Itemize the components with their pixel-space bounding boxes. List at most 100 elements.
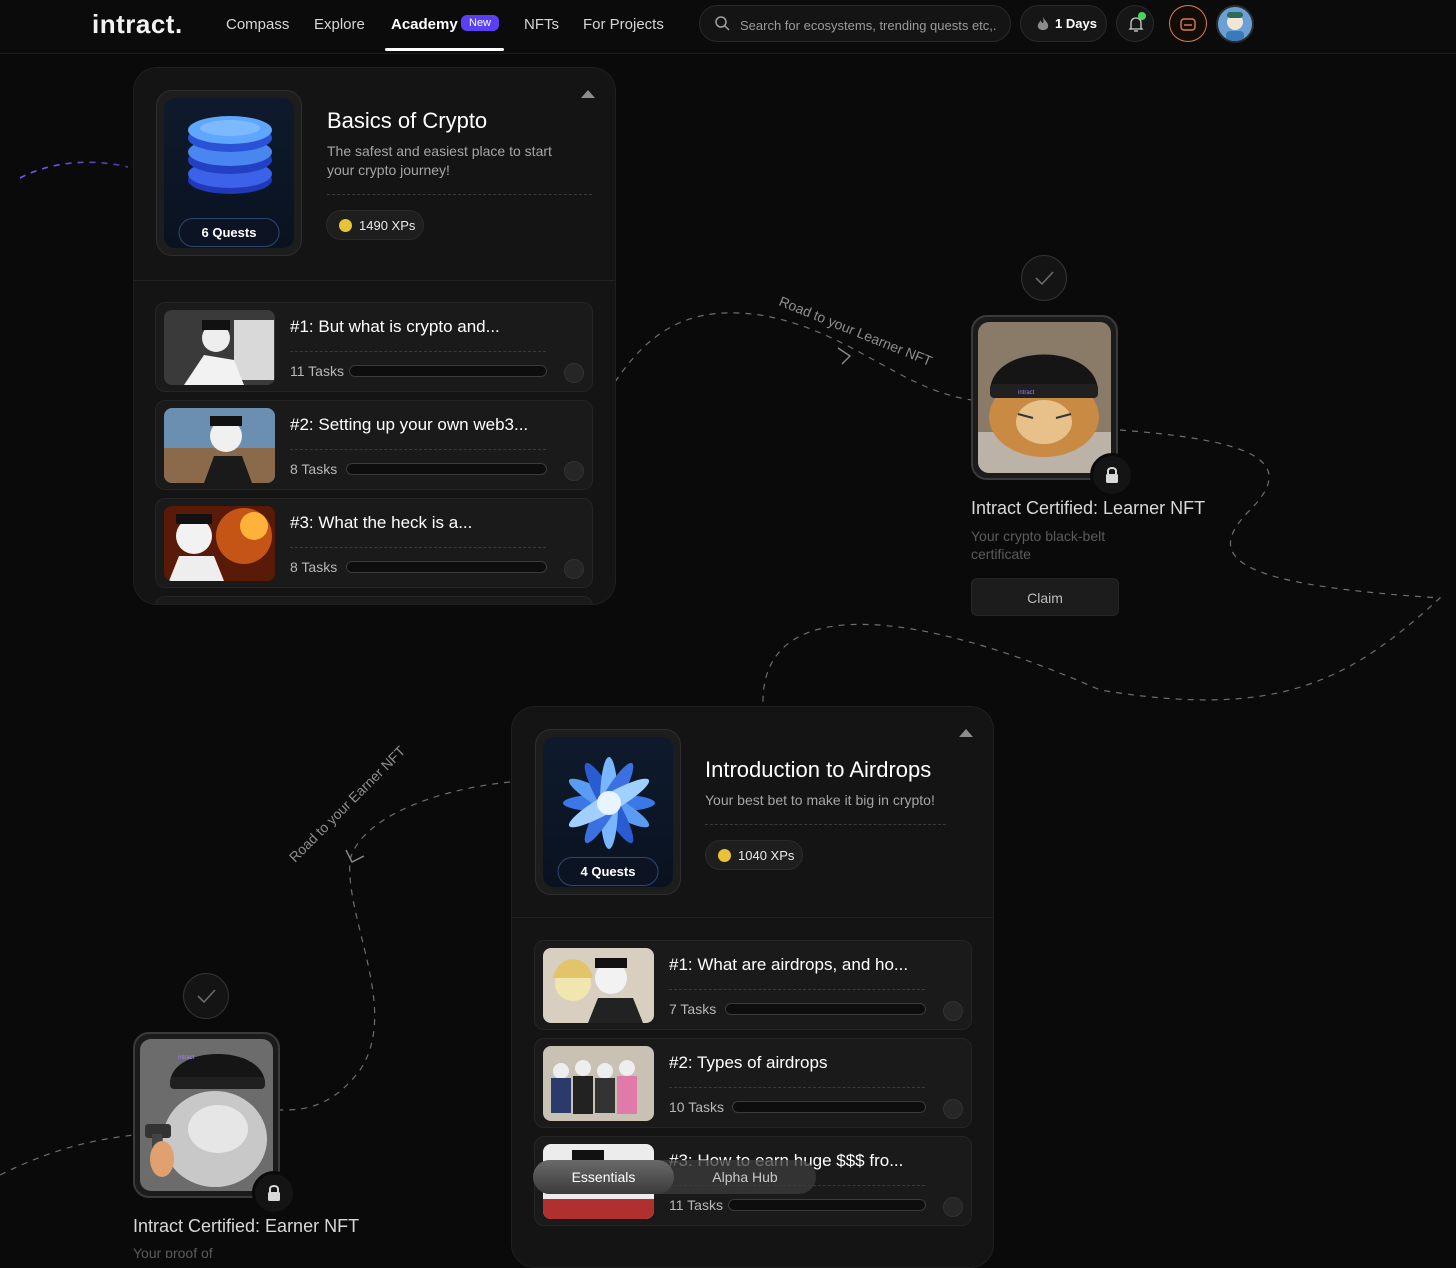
quest-image [543, 948, 654, 1023]
quest-item[interactable]: #3: What the heck is a... 8 Tasks [155, 498, 593, 588]
coin-icon [339, 219, 352, 232]
quest-item[interactable]: #2: Types of airdrops 10 Tasks [534, 1038, 972, 1128]
quest-progress-bar [346, 561, 547, 573]
course-description: The safest and easiest place to start yo… [327, 143, 552, 178]
road-arrow-learner [837, 347, 852, 365]
quest-item-partial[interactable] [155, 596, 593, 604]
user-avatar[interactable] [1216, 5, 1254, 43]
quest-progress-bar [349, 365, 547, 377]
quest-task-count: 11 Tasks [290, 363, 344, 379]
learner-nft-title: Intract Certified: Learner NFT [971, 498, 1206, 518]
collapse-caret-icon[interactable] [959, 729, 973, 737]
quest-image [164, 408, 275, 483]
quest-item[interactable]: #2: Setting up your own web3... 8 Tasks [155, 400, 593, 490]
quest-image [164, 310, 275, 385]
coin-icon [718, 849, 731, 862]
quest-image [543, 1046, 654, 1121]
lock-icon [252, 1171, 296, 1215]
divider [669, 989, 925, 990]
quest-check-icon [564, 461, 584, 481]
search-bar[interactable] [699, 5, 1011, 42]
notifications-button[interactable] [1116, 5, 1154, 42]
quest-title: #1: What are airdrops, and ho... [669, 955, 909, 974]
road-label-learner: Road to your Learner NFT [777, 293, 935, 369]
course-thumbnail: 4 Quests [535, 729, 681, 895]
streak-counter[interactable]: 1 Days [1020, 5, 1107, 42]
nav-link-academy[interactable]: Academy [391, 16, 458, 33]
quest-task-count: 7 Tasks [669, 1001, 717, 1017]
quest-item[interactable]: #1: What are airdrops, and ho... 7 Tasks [534, 940, 972, 1030]
quest-progress-bar [728, 1199, 926, 1211]
quest-item[interactable]: #1: But what is crypto and... 11 Tasks [155, 302, 593, 392]
quest-count-badge: 4 Quests [557, 857, 659, 886]
road-path-top-left [19, 161, 129, 179]
quest-task-count: 8 Tasks [290, 461, 338, 477]
nav-link-explore[interactable]: Explore [314, 16, 365, 33]
nav-link-compass[interactable]: Compass [226, 16, 289, 33]
search-icon [715, 16, 730, 31]
quest-task-count: 8 Tasks [290, 559, 338, 575]
wallet-icon [1180, 18, 1196, 31]
quest-progress-bar [725, 1003, 926, 1015]
earner-nft-image: intract [140, 1039, 273, 1191]
completion-check-icon [1021, 255, 1067, 301]
road-label-earner: Road to your Earner NFT [286, 742, 409, 865]
avatar-image [1218, 7, 1252, 41]
earner-nft-title: Intract Certified: Earner NFT [133, 1216, 360, 1236]
learner-nft-image: intract [978, 322, 1111, 473]
quest-title: #1: But what is crypto and... [290, 317, 500, 336]
notification-dot [1138, 12, 1146, 20]
earner-nft-description: Your proof of [133, 1245, 213, 1258]
quest-check-icon [564, 559, 584, 579]
streak-label: 1 Days [1055, 16, 1097, 31]
top-navbar: intract. Compass Explore Academy New NFT… [0, 0, 1456, 54]
flame-icon [1037, 17, 1049, 30]
quest-check-icon [943, 1099, 963, 1119]
divider [290, 351, 546, 352]
nav-link-for-projects[interactable]: For Projects [583, 16, 664, 33]
new-badge: New [461, 15, 500, 31]
quest-task-count: 11 Tasks [669, 1197, 723, 1213]
xp-label: 1490 XPs [359, 218, 416, 233]
quest-title: #2: Types of airdrops [669, 1053, 828, 1072]
section-toggle: Essentials Alpha Hub [533, 1160, 816, 1194]
course-thumbnail: 6 Quests [156, 90, 302, 256]
course-description: Your best bet to make it big in crypto! [705, 792, 935, 808]
quest-check-icon [564, 363, 584, 383]
toggle-alpha-hub[interactable]: Alpha Hub [674, 1160, 816, 1194]
quest-check-icon [943, 1197, 963, 1217]
lock-icon [1090, 453, 1134, 497]
quest-title: #3: What the heck is a... [290, 513, 473, 532]
intract-logo[interactable]: intract. [92, 9, 183, 40]
toggle-essentials[interactable]: Essentials [533, 1160, 674, 1194]
claim-button[interactable]: Claim [971, 578, 1119, 616]
learner-nft-description: Your crypto black-belt certificate [971, 528, 1106, 562]
collapse-caret-icon[interactable] [581, 90, 595, 98]
quest-count-badge: 6 Quests [178, 218, 280, 247]
road-path-bottom-left [0, 1134, 135, 1176]
quest-progress-bar [732, 1101, 926, 1113]
course-title: Basics of Crypto [327, 108, 488, 133]
divider [290, 449, 546, 450]
xp-badge: 1040 XPs [705, 840, 803, 870]
divider [327, 194, 592, 195]
completion-check-icon [183, 973, 229, 1019]
active-tab-indicator [385, 48, 504, 51]
course-title: Introduction to Airdrops [705, 757, 932, 782]
divider [290, 547, 546, 548]
svg-text:intract: intract [1018, 390, 1035, 396]
quest-title: #2: Setting up your own web3... [290, 415, 529, 434]
quest-check-icon [943, 1001, 963, 1021]
nav-link-nfts[interactable]: NFTs [524, 16, 559, 33]
quest-progress-bar [346, 463, 547, 475]
course-card-basics-of-crypto: 6 Quests Basics of Crypto The safest and… [133, 67, 616, 605]
wallet-button[interactable] [1169, 5, 1207, 42]
svg-text:intract: intract [178, 1055, 195, 1061]
divider [669, 1087, 925, 1088]
quest-task-count: 10 Tasks [669, 1099, 724, 1115]
road-arrow-earner [345, 849, 365, 863]
xp-label: 1040 XPs [738, 848, 795, 863]
xp-badge: 1490 XPs [326, 210, 424, 240]
divider [705, 824, 946, 825]
search-input[interactable] [738, 14, 1004, 36]
